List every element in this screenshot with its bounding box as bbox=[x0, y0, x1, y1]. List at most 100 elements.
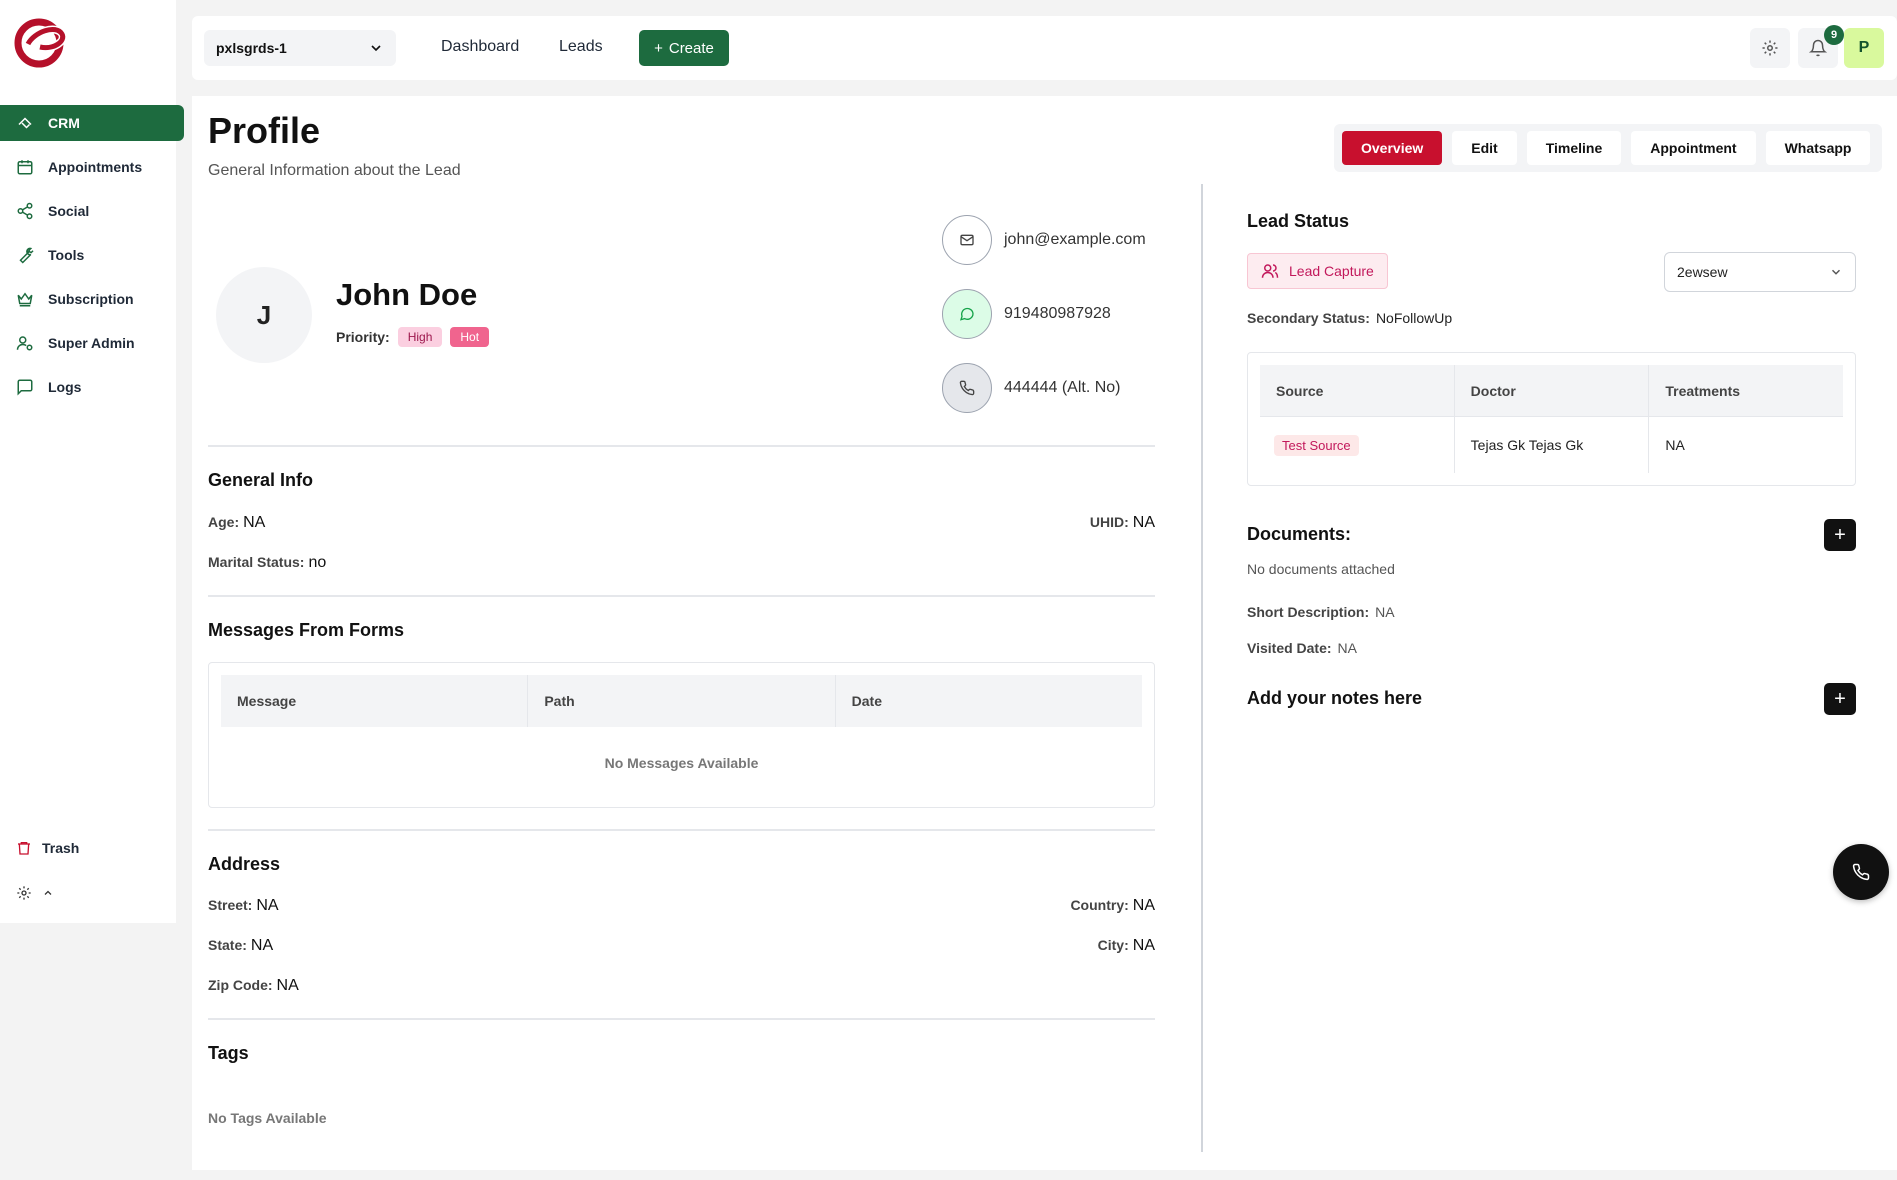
contact-email[interactable]: john@example.com bbox=[942, 215, 1146, 265]
share-icon bbox=[17, 202, 33, 220]
page-subtitle: General Information about the Lead bbox=[208, 162, 461, 179]
users-icon bbox=[1261, 264, 1279, 278]
secondary-status-label: Secondary Status: bbox=[1247, 310, 1370, 326]
street-value: NA bbox=[256, 897, 279, 914]
create-label: Create bbox=[668, 39, 714, 57]
app-logo-icon[interactable] bbox=[14, 14, 68, 68]
tab-overview[interactable]: Overview bbox=[1342, 131, 1443, 165]
country-value: NA bbox=[1132, 897, 1155, 914]
sidebar-item-label: Appointments bbox=[48, 159, 143, 175]
sidebar-item-tools[interactable]: Tools bbox=[0, 237, 184, 273]
uhid-value: NA bbox=[1132, 514, 1155, 531]
sidebar-item-label: Super Admin bbox=[48, 335, 135, 351]
user-avatar[interactable]: P bbox=[1844, 28, 1884, 68]
column-header-treatments: Treatments bbox=[1665, 382, 1741, 399]
tab-edit[interactable]: Edit bbox=[1452, 131, 1517, 165]
settings-toggle[interactable] bbox=[0, 878, 176, 908]
profile-tabs: Overview Edit Timeline Appointment Whats… bbox=[1334, 124, 1882, 172]
call-fab-button[interactable] bbox=[1833, 844, 1889, 900]
alt-phone-value: 444444 (Alt. No) bbox=[1004, 379, 1121, 396]
city-field: City: NA bbox=[1098, 937, 1155, 955]
whatsapp-value: 919480987928 bbox=[1004, 305, 1111, 322]
calendar-icon bbox=[17, 160, 33, 175]
street-label: Street: bbox=[208, 897, 253, 913]
tab-whatsapp[interactable]: Whatsapp bbox=[1765, 131, 1871, 165]
table-row: Test Source Tejas Gk Tejas Gk NA bbox=[1260, 417, 1843, 473]
bell-icon bbox=[1809, 39, 1827, 57]
add-document-button[interactable]: + bbox=[1824, 519, 1856, 551]
organization-value: pxlsgrds-1 bbox=[216, 40, 287, 56]
messages-empty-state: No Messages Available bbox=[604, 755, 759, 771]
priority-label: Priority: bbox=[336, 329, 390, 345]
state-field: State: NA bbox=[208, 937, 273, 955]
visited-date-label: Visited Date: bbox=[1247, 640, 1332, 656]
short-description-value: NA bbox=[1375, 604, 1395, 620]
city-label: City: bbox=[1097, 937, 1129, 953]
column-header-message: Message bbox=[221, 675, 529, 727]
sidebar-item-trash[interactable]: Trash bbox=[0, 830, 176, 866]
trash-label: Trash bbox=[42, 840, 80, 856]
zip-code-field: Zip Code: NA bbox=[208, 977, 299, 995]
sidebar-item-super-admin[interactable]: Super Admin bbox=[0, 325, 184, 361]
sidebar-item-label: Tools bbox=[48, 247, 85, 263]
sidebar-item-logs[interactable]: Logs bbox=[0, 369, 184, 405]
doctor-cell: Tejas Gk Tejas Gk bbox=[1455, 417, 1650, 473]
status-select[interactable]: 2ewsew bbox=[1664, 252, 1856, 292]
source-tag: Test Source bbox=[1274, 434, 1359, 456]
secondary-status: Secondary Status: NoFollowUp bbox=[1247, 310, 1452, 326]
tags-title: Tags bbox=[208, 1043, 249, 1063]
sidebar-item-crm[interactable]: CRM bbox=[0, 105, 184, 141]
nav-dashboard-link[interactable]: Dashboard bbox=[441, 38, 519, 56]
source-table-header: Source Doctor Treatments bbox=[1260, 365, 1843, 417]
nav-leads-link[interactable]: Leads bbox=[559, 38, 603, 56]
organization-select[interactable]: pxlsgrds-1 bbox=[204, 30, 396, 66]
state-label: State: bbox=[208, 937, 247, 953]
add-note-button[interactable]: + bbox=[1824, 683, 1856, 715]
address-title: Address bbox=[208, 854, 281, 874]
tab-appointment[interactable]: Appointment bbox=[1631, 131, 1756, 165]
sidebar-item-appointments[interactable]: Appointments bbox=[0, 149, 184, 185]
column-header-path: Path bbox=[528, 675, 836, 727]
treatments-cell: NA bbox=[1665, 437, 1685, 453]
lead-status-badge: Lead Capture bbox=[1247, 253, 1388, 289]
trash-icon bbox=[18, 842, 30, 855]
divider bbox=[208, 829, 1155, 831]
age-label: Age: bbox=[208, 514, 240, 530]
documents-title: Documents: bbox=[1247, 524, 1352, 544]
gear-icon bbox=[1762, 40, 1778, 56]
tags-empty-state: No Tags Available bbox=[208, 1110, 327, 1126]
general-info-title: General Info bbox=[208, 470, 314, 490]
column-header-date: Date bbox=[851, 693, 883, 709]
sidebar-item-subscription[interactable]: Subscription bbox=[0, 281, 184, 317]
sidebar-item-social[interactable]: Social bbox=[0, 193, 184, 229]
contact-whatsapp[interactable]: 919480987928 bbox=[942, 289, 1111, 339]
sidebar: CRM Appointments Social Tools Subscripti… bbox=[0, 0, 184, 923]
city-value: NA bbox=[1132, 937, 1155, 954]
age-value: NA bbox=[243, 514, 266, 531]
phone-icon bbox=[1852, 863, 1870, 881]
tab-timeline[interactable]: Timeline bbox=[1526, 131, 1622, 165]
source-cell: Test Source bbox=[1260, 417, 1455, 473]
create-button[interactable]: + Create bbox=[639, 30, 729, 66]
wrench-icon bbox=[19, 247, 34, 264]
plus-icon: + bbox=[654, 39, 663, 57]
messages-title: Messages From Forms bbox=[208, 620, 405, 640]
contact-alt-phone[interactable]: 444444 (Alt. No) bbox=[942, 363, 1121, 413]
marital-status-label: Marital Status: bbox=[208, 554, 305, 570]
messages-table: Message Path Date No Messages Available bbox=[208, 662, 1155, 808]
settings-button[interactable] bbox=[1750, 28, 1790, 68]
priority-row: Priority: High Hot bbox=[336, 327, 490, 347]
messages-table-header: Message Path Date bbox=[221, 675, 1142, 727]
visited-date-value: NA bbox=[1337, 640, 1357, 656]
street-field: Street: NA bbox=[208, 897, 279, 915]
state-value: NA bbox=[250, 937, 274, 954]
phone-icon bbox=[942, 363, 992, 413]
visited-date-field: Visited Date: NA bbox=[1247, 640, 1357, 656]
column-header-source: Source bbox=[1260, 365, 1455, 416]
zip-code-value: NA bbox=[276, 977, 299, 994]
sidebar-item-label: Logs bbox=[48, 379, 82, 395]
short-description-label: Short Description: bbox=[1247, 604, 1370, 620]
sidebar-bottom: Trash bbox=[0, 830, 176, 908]
short-description-field: Short Description: NA bbox=[1247, 604, 1395, 620]
secondary-status-value: NoFollowUp bbox=[1375, 310, 1453, 326]
